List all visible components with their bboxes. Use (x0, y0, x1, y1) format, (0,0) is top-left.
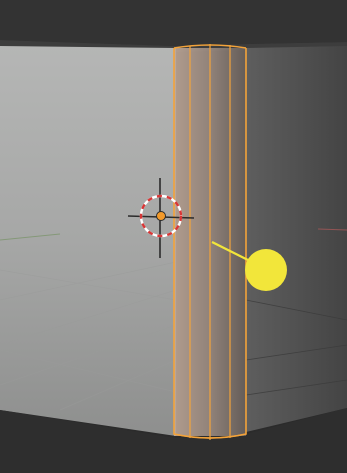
selected-pillar[interactable] (173, 44, 247, 440)
top-area (0, 0, 347, 46)
object-origin-icon (156, 211, 166, 221)
object-face-left (0, 46, 176, 436)
3d-viewport[interactable] (0, 0, 347, 473)
object-face-right (246, 46, 347, 432)
viewport-scene[interactable] (0, 0, 347, 473)
